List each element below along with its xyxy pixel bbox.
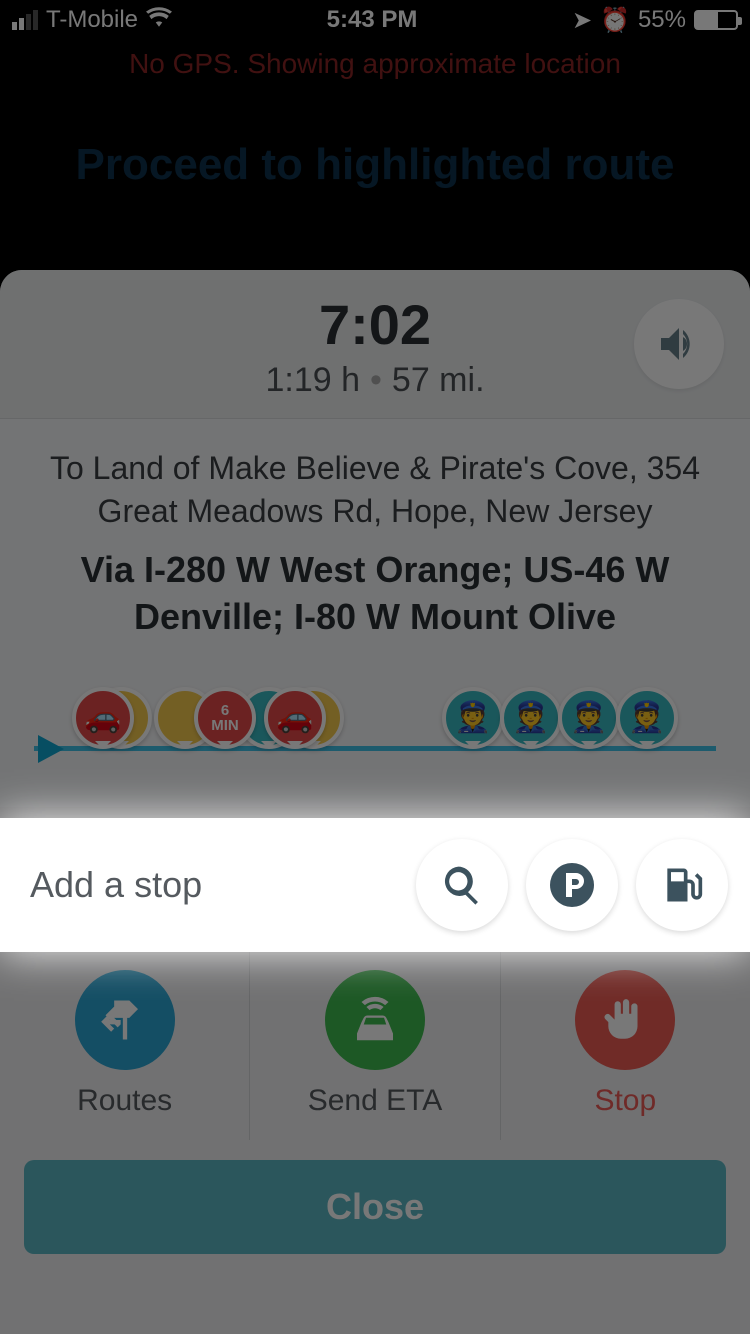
search-icon <box>440 863 484 907</box>
search-stop-button[interactable] <box>416 839 508 931</box>
gas-stop-button[interactable] <box>636 839 728 931</box>
gas-icon <box>660 863 704 907</box>
parking-icon <box>548 861 596 909</box>
add-stop-row: Add a stop <box>0 818 750 952</box>
parking-stop-button[interactable] <box>526 839 618 931</box>
dim-overlay[interactable] <box>0 0 750 1334</box>
add-stop-label: Add a stop <box>30 864 202 906</box>
